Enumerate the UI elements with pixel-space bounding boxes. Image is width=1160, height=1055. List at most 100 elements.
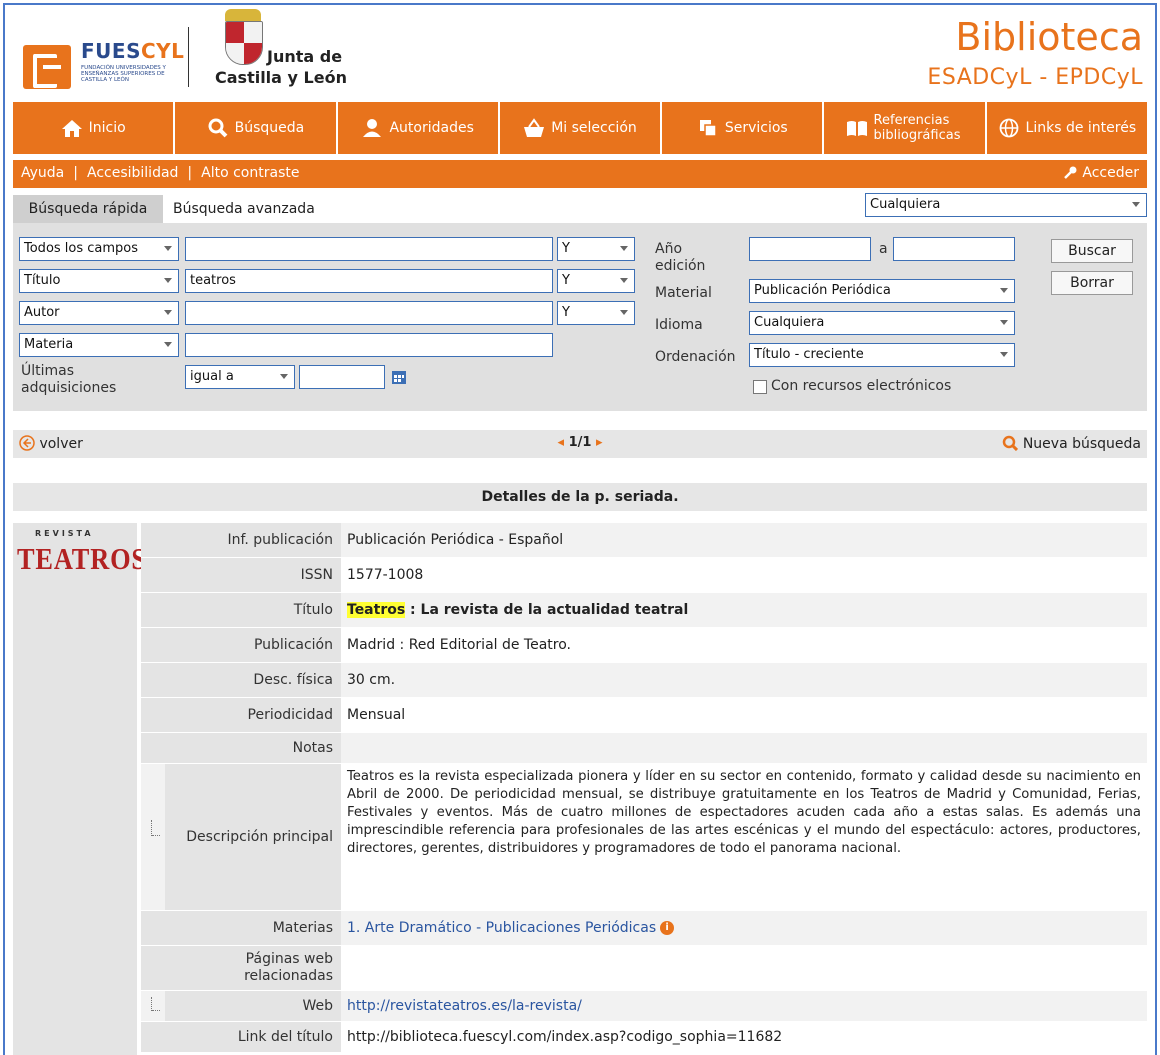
help-link[interactable]: Ayuda	[21, 165, 64, 181]
new-search-link[interactable]: Nueva búsqueda	[1002, 435, 1141, 452]
chevron-down-icon	[164, 246, 172, 251]
info-icon[interactable]: i	[660, 921, 675, 935]
chevron-down-icon	[620, 278, 628, 283]
nav-label: Mi selección	[551, 120, 637, 136]
search-input-2[interactable]: teatros	[185, 269, 553, 293]
nav-label: Inicio	[88, 120, 126, 136]
field-value	[341, 946, 1147, 990]
operator-select-3[interactable]: Y	[557, 301, 635, 325]
back-arrow-icon	[19, 435, 35, 451]
row-physical-desc: Desc. física 30 cm.	[141, 663, 1147, 698]
field-select-1[interactable]: Todos los campos	[19, 237, 179, 261]
language-select[interactable]: Cualquiera	[749, 311, 1015, 335]
tab-quick-search[interactable]: Búsqueda rápida	[13, 195, 163, 223]
field-label-wrap: Web	[141, 991, 341, 1021]
order-label: Ordenación	[655, 349, 736, 365]
electronic-resources-checkbox[interactable]	[753, 380, 767, 394]
operator-select-2[interactable]: Y	[557, 269, 635, 293]
year-from-input[interactable]	[749, 237, 871, 261]
web-link[interactable]: http://revistateatros.es/la-revista/	[347, 998, 582, 1014]
results-pager: volver ◂ 1/1 ▸ Nueva búsqueda	[13, 430, 1147, 458]
field-select-4[interactable]: Materia	[19, 333, 179, 357]
field-label: Desc. física	[141, 663, 341, 697]
back-link[interactable]: volver	[19, 435, 83, 452]
material-select[interactable]: Publicación Periódica	[749, 279, 1015, 303]
search-highlight: Teatros	[347, 602, 406, 618]
row-title-link: Link del título http://biblioteca.fuescy…	[141, 1022, 1147, 1053]
row-main-description: Descripción principal Teatros es la revi…	[141, 764, 1147, 911]
chevron-down-icon	[1000, 352, 1008, 357]
search-button[interactable]: Buscar	[1051, 239, 1133, 263]
prev-page-icon[interactable]: ◂	[558, 435, 565, 450]
site-title[interactable]: Biblioteca	[955, 15, 1143, 59]
chevron-down-icon	[1000, 288, 1008, 293]
field-label: ISSN	[141, 558, 341, 592]
globe-icon	[998, 118, 1020, 138]
field-value: 30 cm.	[341, 663, 1147, 697]
year-to-input[interactable]	[893, 237, 1015, 261]
nav-label: Búsqueda	[234, 120, 305, 136]
accessibility-link[interactable]: Accesibilidad	[87, 165, 178, 181]
field-select-3[interactable]: Autor	[19, 301, 179, 325]
junta-line2: Castilla y León	[215, 68, 347, 87]
calendar-icon[interactable]	[391, 369, 407, 385]
main-nav: Inicio Búsqueda Autoridades Mi selección…	[13, 102, 1147, 154]
search-input-4[interactable]	[185, 333, 553, 357]
junta-logo[interactable]: Junta de Castilla y León	[211, 9, 361, 95]
chevron-down-icon	[164, 342, 172, 347]
field-value: Publicación Periódica - Español	[341, 523, 1147, 557]
recent-date-input[interactable]	[299, 365, 385, 389]
title-permalink[interactable]: http://biblioteca.fuescyl.com/index.asp?…	[341, 1022, 1147, 1052]
title-rest: : La revista de la actualidad teatral	[405, 602, 689, 618]
login-link[interactable]: Acceder	[1064, 165, 1139, 181]
high-contrast-link[interactable]: Alto contraste	[201, 165, 299, 181]
nav-item-busqueda[interactable]: Búsqueda	[175, 102, 338, 154]
field-select-2[interactable]: Título	[19, 269, 179, 293]
field-label: Descripción principal	[186, 829, 333, 845]
cover-title: TEATROS	[17, 541, 147, 576]
back-label: volver	[39, 436, 83, 452]
header: FUESCYL Fundación Universidades y Enseña…	[13, 5, 1147, 101]
field-label: Notas	[141, 733, 341, 763]
nav-item-servicios[interactable]: Servicios	[662, 102, 825, 154]
nav-item-autoridades[interactable]: Autoridades	[338, 102, 500, 154]
field-label: Inf. publicación	[141, 523, 341, 557]
nav-label: Referencias bibliográficas	[873, 113, 961, 143]
recent-operator-select[interactable]: igual a	[185, 365, 295, 389]
login-label: Acceder	[1082, 165, 1139, 181]
select-value: Y	[562, 241, 570, 256]
book-icon	[846, 118, 868, 138]
tab-advanced-search[interactable]: Búsqueda avanzada	[163, 195, 325, 223]
clear-button[interactable]: Borrar	[1051, 271, 1133, 295]
operator-select-1[interactable]: Y	[557, 237, 635, 261]
new-search-label: Nueva búsqueda	[1022, 436, 1141, 452]
search-icon	[207, 118, 229, 138]
scope-value: Cualquiera	[870, 197, 941, 212]
search-input-3[interactable]	[185, 301, 553, 325]
field-value: Mensual	[347, 707, 406, 723]
nav-item-inicio[interactable]: Inicio	[13, 102, 176, 154]
order-select[interactable]: Título - creciente	[749, 343, 1015, 367]
material-label: Material	[655, 285, 712, 301]
recent-acquisitions-label: Últimas adquisiciones	[21, 363, 117, 396]
page-count: 1/1	[568, 435, 592, 450]
field-label: Web	[302, 998, 333, 1014]
next-page-icon[interactable]: ▸	[596, 435, 603, 450]
nav-label: Autoridades	[389, 120, 474, 136]
fuescyl-logo[interactable]: FUESCYL Fundación Universidades y Enseña…	[23, 39, 184, 91]
catalog-scope-select[interactable]: Cualquiera	[865, 193, 1147, 217]
nav-item-mi-seleccion[interactable]: Mi selección	[500, 102, 663, 154]
search-input-1[interactable]	[185, 237, 553, 261]
page: FUESCYL Fundación Universidades y Enseña…	[13, 5, 1147, 1055]
select-value: igual a	[190, 369, 234, 384]
nav-item-links[interactable]: Links de interés	[987, 102, 1147, 154]
tree-connector	[151, 820, 162, 836]
field-label: Periodicidad	[141, 698, 341, 732]
subject-link[interactable]: 1. Arte Dramático - Publicaciones Periód…	[347, 920, 656, 936]
cover-image: REVISTA TEATROS	[13, 523, 146, 1055]
field-label: Publicación	[141, 628, 341, 662]
row-subjects: Materias 1. Arte Dramático - Publicacion…	[141, 911, 1147, 946]
nav-item-referencias[interactable]: Referencias bibliográficas	[824, 102, 987, 154]
chevron-down-icon	[280, 374, 288, 379]
key-icon	[1064, 165, 1078, 179]
